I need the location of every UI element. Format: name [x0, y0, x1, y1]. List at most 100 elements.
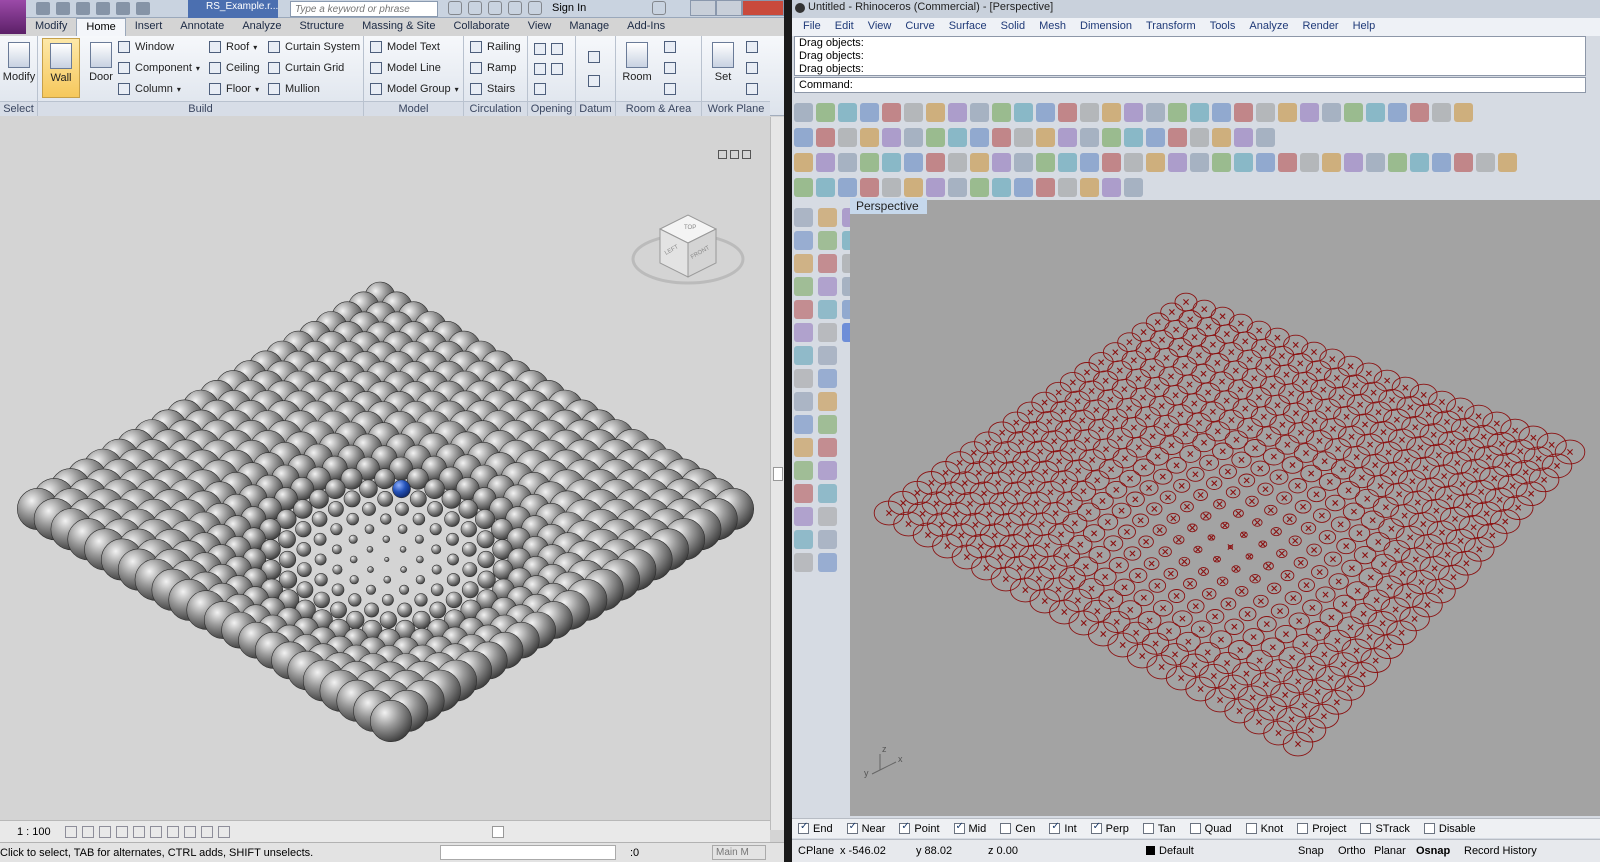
- toolbar-tool-icon[interactable]: [904, 102, 923, 122]
- toolbar-tool-icon[interactable]: [1014, 127, 1033, 147]
- viewport-title[interactable]: Perspective: [850, 198, 927, 214]
- toolbar-tool-icon[interactable]: [1124, 152, 1143, 172]
- tab-home[interactable]: Home: [76, 18, 126, 36]
- toolbar-tool-icon[interactable]: [926, 152, 945, 172]
- toolbar-tool-icon[interactable]: [1036, 127, 1055, 147]
- room-button[interactable]: Room: [618, 38, 656, 98]
- command-line[interactable]: Command:: [794, 77, 1586, 93]
- toolbar-tool-icon[interactable]: [1454, 102, 1473, 122]
- view-close-button[interactable]: [742, 150, 751, 159]
- open-icon[interactable]: [36, 2, 50, 15]
- opening-tools-3[interactable]: [534, 80, 551, 98]
- select-panel-label[interactable]: Select: [0, 101, 37, 116]
- toolbar-tool-icon[interactable]: [1234, 127, 1253, 147]
- sidebar-tool-icon[interactable]: [794, 484, 813, 503]
- osnap-checkbox[interactable]: [1090, 821, 1102, 834]
- toolbar-tool-icon[interactable]: [970, 127, 989, 147]
- toolbar-tool-icon[interactable]: [816, 152, 835, 172]
- modify-button[interactable]: Modify: [0, 38, 38, 98]
- ortho-toggle[interactable]: Ortho: [1338, 845, 1366, 857]
- sidebar-tool-icon[interactable]: [794, 346, 813, 365]
- toolbar-tool-icon[interactable]: [882, 102, 901, 122]
- menu-tools[interactable]: Tools: [1203, 18, 1243, 36]
- menu-dimension[interactable]: Dimension: [1073, 18, 1139, 36]
- sphere[interactable]: [364, 602, 379, 618]
- menu-solid[interactable]: Solid: [994, 18, 1032, 36]
- communication-icon[interactable]: [488, 1, 502, 15]
- area-tool-3[interactable]: [664, 80, 681, 98]
- menu-surface[interactable]: Surface: [942, 18, 994, 36]
- sphere[interactable]: [381, 593, 394, 606]
- sphere[interactable]: [309, 489, 329, 509]
- sphere[interactable]: [314, 553, 327, 566]
- sphere[interactable]: [364, 524, 375, 535]
- osnap-checkbox[interactable]: [1423, 823, 1435, 834]
- sidebar-tool-icon[interactable]: [818, 438, 837, 457]
- viewcube[interactable]: TOP LEFT FRONT: [631, 214, 745, 285]
- toolbar-tool-icon[interactable]: [1432, 102, 1451, 122]
- toolbar-tool-icon[interactable]: [882, 127, 901, 147]
- selected-sphere[interactable]: [392, 479, 411, 499]
- toolbar-tool-icon[interactable]: [794, 127, 813, 147]
- sphere[interactable]: [296, 581, 314, 599]
- sidebar-tool-icon[interactable]: [818, 484, 837, 503]
- maximize-button[interactable]: [716, 0, 742, 16]
- sphere[interactable]: [379, 611, 398, 629]
- toolbar-tool-icon[interactable]: [860, 152, 879, 172]
- toolbar-tool-icon[interactable]: [992, 177, 1011, 197]
- sphere[interactable]: [365, 584, 376, 595]
- toolbar-tool-icon[interactable]: [1322, 152, 1341, 172]
- door-button[interactable]: Door: [82, 38, 120, 98]
- toolbar-tool-icon[interactable]: [838, 152, 857, 172]
- toolbar-tool-icon[interactable]: [1256, 127, 1275, 147]
- sphere[interactable]: [382, 535, 390, 543]
- sphere[interactable]: [460, 521, 477, 538]
- toolbar-tool-icon[interactable]: [794, 152, 813, 172]
- view-minimize-button[interactable]: [718, 150, 727, 159]
- menu-view[interactable]: View: [861, 18, 899, 36]
- unlock-3d-icon[interactable]: [184, 826, 196, 838]
- menu-render[interactable]: Render: [1296, 18, 1346, 36]
- sphere[interactable]: [313, 591, 330, 609]
- toolbar-tool-icon[interactable]: [1344, 152, 1363, 172]
- toolbar-tool-icon[interactable]: [1146, 127, 1165, 147]
- room-area-panel-label[interactable]: Room & Area: [616, 101, 701, 116]
- osnap-near[interactable]: Near: [846, 821, 885, 835]
- toolbar-tool-icon[interactable]: [1014, 152, 1033, 172]
- circulation-panel-label[interactable]: Circulation: [464, 101, 527, 116]
- visual-style-icon[interactable]: [82, 826, 94, 838]
- toolbar-tool-icon[interactable]: [1102, 177, 1121, 197]
- sidebar-tool-icon[interactable]: [818, 392, 837, 411]
- toolbar-tool-icon[interactable]: [1256, 102, 1275, 122]
- osnap-checkbox[interactable]: [1189, 823, 1201, 834]
- show-crop-icon[interactable]: [167, 826, 179, 838]
- set-button[interactable]: Set: [704, 38, 742, 98]
- model-panel-label[interactable]: Model: [364, 101, 463, 116]
- toolbar-tool-icon[interactable]: [882, 152, 901, 172]
- redo-icon[interactable]: [116, 2, 130, 15]
- sphere[interactable]: [293, 499, 313, 519]
- sphere[interactable]: [395, 502, 409, 516]
- toolbar-tool-icon[interactable]: [838, 102, 857, 122]
- tab-structure[interactable]: Structure: [290, 18, 353, 36]
- vertical-scrollbar[interactable]: [770, 117, 784, 830]
- document-tab[interactable]: RS_Example.r...: [188, 0, 278, 18]
- toolbar-tool-icon[interactable]: [816, 127, 835, 147]
- toolbar-tool-icon[interactable]: [1366, 102, 1385, 122]
- toolbar-tool-icon[interactable]: [816, 102, 835, 122]
- sphere[interactable]: [367, 566, 374, 573]
- sphere[interactable]: [412, 610, 431, 630]
- toolbar-tool-icon[interactable]: [794, 102, 813, 122]
- toolbar-tool-icon[interactable]: [1146, 102, 1165, 122]
- toolbar-tool-icon[interactable]: [1168, 102, 1187, 122]
- sphere[interactable]: [313, 532, 327, 546]
- toolbar-tool-icon[interactable]: [970, 152, 989, 172]
- sphere[interactable]: [278, 530, 296, 549]
- toolbar-tool-icon[interactable]: [1102, 127, 1121, 147]
- planar-toggle[interactable]: Planar: [1374, 845, 1406, 857]
- sidebar-tool-icon[interactable]: [794, 530, 813, 549]
- toolbar-tool-icon[interactable]: [1080, 102, 1099, 122]
- area-tool-1[interactable]: [664, 38, 681, 56]
- sphere[interactable]: [444, 511, 460, 527]
- tab-collaborate[interactable]: Collaborate: [444, 18, 518, 36]
